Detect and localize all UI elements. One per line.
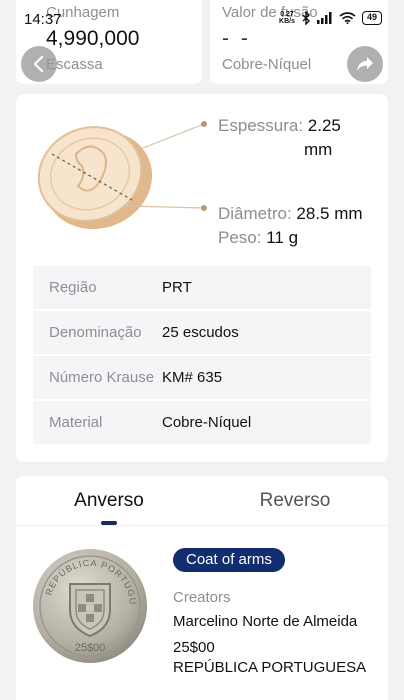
net-speed-unit: KB/s [279,18,295,25]
diameter-label: Diâmetro: [218,204,292,223]
thickness-info: Espessura: 2.25 mm [218,114,341,162]
spec-value: 25 escudos [162,324,239,341]
spec-label: Denominação [49,324,142,341]
rarity-label: Escassa [46,56,103,73]
side-info: Coat of arms Creators Marcelino Norte de… [173,548,383,678]
status-icons: 0.27 KB/s 49 [279,11,382,25]
tab-reverse[interactable]: Reverso [202,476,388,525]
status-time: 14:37 [24,11,62,28]
inscription-line-1: 25$00 [173,639,215,656]
net-speed: 0.27 KB/s [279,11,295,25]
share-icon [357,57,373,71]
coin-denomination-text: 25$00 [75,642,106,654]
spec-value: Cobre-Níquel [162,414,252,431]
tab-obverse[interactable]: Anverso [16,476,202,525]
tab-indicator [101,521,117,525]
coin-sides-card: Anverso Reverso REPÚBLICA PORTUGUESA 25$… [16,476,388,700]
inscription-line-2: REPÚBLICA PORTUGUESA [173,659,367,676]
diameter-value: 28.5 mm [296,204,363,223]
signal-icon [316,12,332,24]
dimensions-card: Espessura: 2.25 mm Diâmetro: 28.5 mm Pes… [16,94,388,462]
creator-name: Marcelino Norte de Almeida [173,613,358,630]
spec-row-region: Região PRT [33,266,371,309]
inscription-text: 25$00 REPÚBLICA PORTUGUESA [173,638,383,678]
spec-value: PRT [162,279,192,296]
coin-dimensions-illustration [37,121,207,230]
spec-value: KM# 635 [162,369,223,386]
specs-table: Região PRT Denominação 25 escudos Número… [33,266,371,446]
side-tabs: Anverso Reverso [16,476,388,526]
diameter-weight-info: Diâmetro: 28.5 mm Peso: 11 g [218,202,363,250]
coin-obverse-image[interactable]: REPÚBLICA PORTUGUESA 25$00 [32,548,148,664]
weight-value: 11 g [266,228,299,247]
thickness-unit: mm [304,140,333,159]
spec-label: Material [49,414,103,431]
creators-label: Creators [173,589,231,606]
bluetooth-icon [302,11,310,25]
spec-label: Região [49,279,97,296]
share-button[interactable] [347,46,383,82]
thickness-label: Espessura: [218,116,304,135]
chevron-left-icon [33,55,44,73]
spec-label: Número Krause [49,369,155,386]
net-speed-value: 0.27 [280,11,294,18]
weight-label: Peso: [218,228,262,247]
spec-row-denomination: Denominação 25 escudos [33,311,371,354]
spec-row-krause: Número Krause KM# 635 [33,356,371,399]
back-button[interactable] [21,46,57,82]
battery-indicator: 49 [361,11,382,25]
wifi-icon [339,12,356,24]
spec-row-material: Material Cobre-Níquel [33,401,371,444]
design-tag[interactable]: Coat of arms [173,548,285,572]
thickness-value: 2.25 [307,116,341,135]
status-bar: 14:37 0.27 KB/s 49 [0,0,404,34]
